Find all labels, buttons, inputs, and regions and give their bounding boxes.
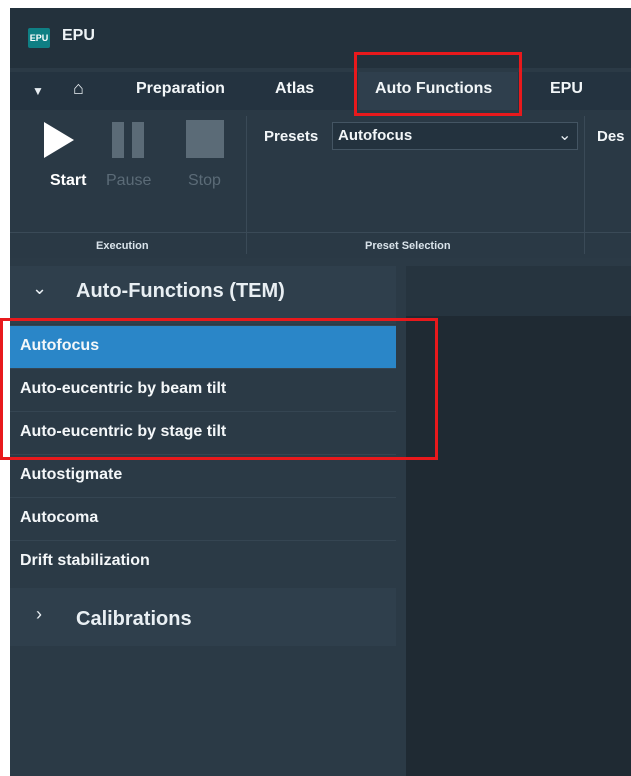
group-separator: [584, 116, 585, 254]
pause-icon: [112, 122, 144, 158]
stop-label: Stop: [188, 172, 221, 189]
chevron-right-icon: ›: [36, 604, 42, 624]
play-icon: [44, 122, 74, 158]
app-title: EPU: [62, 27, 95, 44]
chevron-down-icon: ⌄: [32, 278, 48, 298]
app-logo-icon: EPU: [28, 28, 50, 48]
chevron-down-icon: ⌄: [558, 127, 572, 144]
auto-functions-section-title: Auto-Functions (TEM): [76, 280, 285, 302]
description-label: Des: [597, 128, 625, 145]
preset-selection-group-label: Preset Selection: [365, 240, 451, 252]
highlight-box: [354, 52, 522, 116]
start-label: Start: [50, 172, 87, 189]
list-item-label: Drift stabilization: [20, 552, 150, 569]
list-item-autocoma[interactable]: Autocoma: [10, 497, 396, 540]
pause-label: Pause: [106, 172, 152, 189]
home-icon[interactable]: ⌂: [73, 78, 84, 99]
tab-atlas[interactable]: Atlas: [275, 80, 314, 98]
calibrations-section-title: Calibrations: [76, 608, 192, 630]
tab-preparation[interactable]: Preparation: [136, 80, 225, 98]
highlight-box: [0, 318, 438, 460]
execution-group-label: Execution: [96, 240, 149, 252]
list-item-drift-stabilization[interactable]: Drift stabilization: [10, 540, 396, 583]
title-bar: EPU EPU: [10, 8, 631, 68]
tab-epu[interactable]: EPU: [550, 80, 583, 98]
list-item-autostigmate[interactable]: Autostigmate: [10, 454, 396, 497]
tab-bar: [10, 72, 631, 110]
stop-icon: [186, 120, 224, 158]
presets-dropdown-value: Autofocus: [338, 127, 413, 144]
group-separator: [246, 116, 247, 254]
ribbon-divider: [10, 232, 631, 233]
presets-label: Presets: [264, 128, 319, 145]
content-canvas: [406, 266, 631, 776]
dropdown-arrow-icon[interactable]: ▼: [32, 84, 44, 98]
calibrations-section-header[interactable]: [10, 588, 396, 646]
list-item-label: Autostigmate: [20, 466, 123, 483]
canvas-header: [406, 266, 631, 316]
list-item-label: Autocoma: [20, 509, 99, 526]
